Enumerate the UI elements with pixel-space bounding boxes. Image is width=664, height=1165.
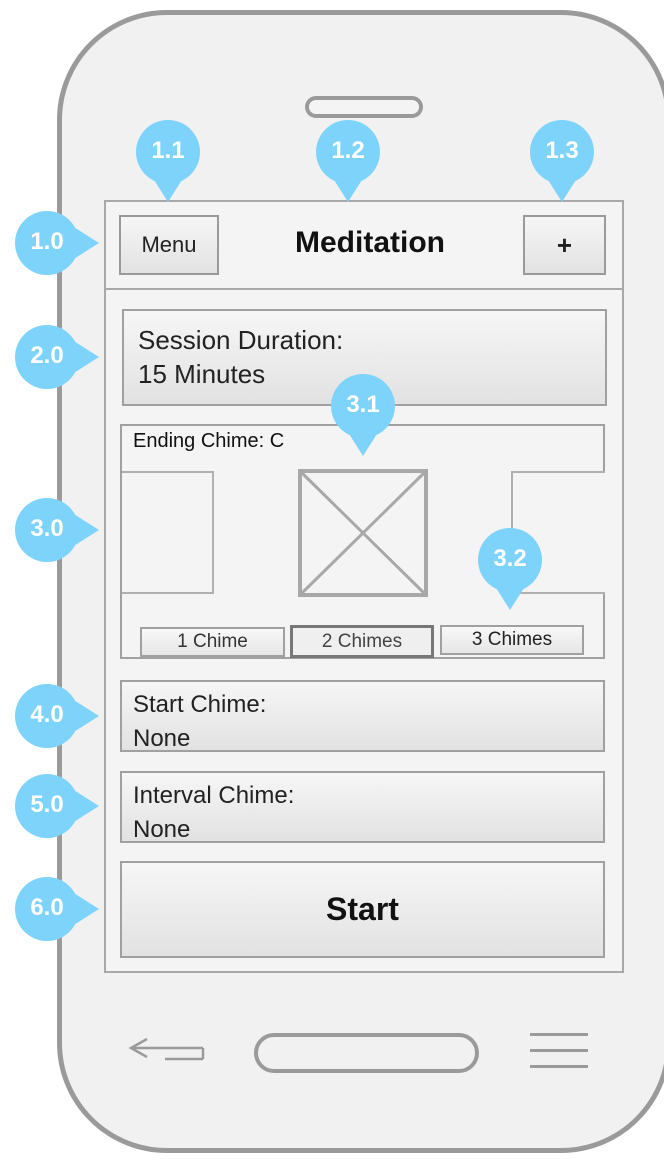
start-chime-label: Start Chime: bbox=[133, 691, 267, 718]
add-button[interactable]: + bbox=[523, 215, 606, 275]
annotation-marker-1-0: 1.0 bbox=[15, 211, 99, 275]
annotation-marker-6-0: 6.0 bbox=[15, 877, 99, 941]
start-chime-value: None bbox=[133, 725, 191, 752]
back-arrow-icon[interactable] bbox=[125, 1035, 205, 1061]
annotation-marker-3-0: 3.0 bbox=[15, 498, 99, 562]
chime-option-2-selected[interactable]: 2 Chimes bbox=[290, 625, 434, 658]
annotation-marker-3-1: 3.1 bbox=[331, 374, 395, 456]
menu-button[interactable]: Menu bbox=[119, 215, 219, 275]
chime-option-1[interactable]: 1 Chime bbox=[140, 627, 285, 657]
home-button[interactable] bbox=[254, 1033, 479, 1073]
image-placeholder-icon[interactable] bbox=[298, 469, 428, 597]
annotation-marker-1-1: 1.1 bbox=[136, 120, 200, 202]
ending-chime-label: Ending Chime: C bbox=[133, 430, 285, 452]
menu-lines-icon[interactable] bbox=[530, 1033, 588, 1073]
annotation-marker-2-0: 2.0 bbox=[15, 325, 99, 389]
annotation-marker-1-2: 1.2 bbox=[316, 120, 380, 202]
interval-chime-selector[interactable]: Interval Chime: None bbox=[120, 771, 605, 843]
chime-option-3[interactable]: 3 Chimes bbox=[440, 625, 584, 655]
annotation-marker-3-2: 3.2 bbox=[478, 528, 542, 610]
annotation-marker-4-0: 4.0 bbox=[15, 684, 99, 748]
annotation-marker-1-3: 1.3 bbox=[530, 120, 594, 202]
interval-chime-label: Interval Chime: bbox=[133, 782, 295, 809]
session-duration-label: Session Duration: bbox=[138, 325, 344, 355]
carousel-prev-item[interactable] bbox=[122, 471, 214, 594]
interval-chime-value: None bbox=[133, 816, 191, 843]
annotation-marker-5-0: 5.0 bbox=[15, 774, 99, 838]
page-title: Meditation bbox=[295, 226, 445, 259]
phone-speaker bbox=[305, 96, 423, 118]
start-chime-selector[interactable]: Start Chime: None bbox=[120, 680, 605, 752]
start-button[interactable]: Start bbox=[120, 861, 605, 958]
